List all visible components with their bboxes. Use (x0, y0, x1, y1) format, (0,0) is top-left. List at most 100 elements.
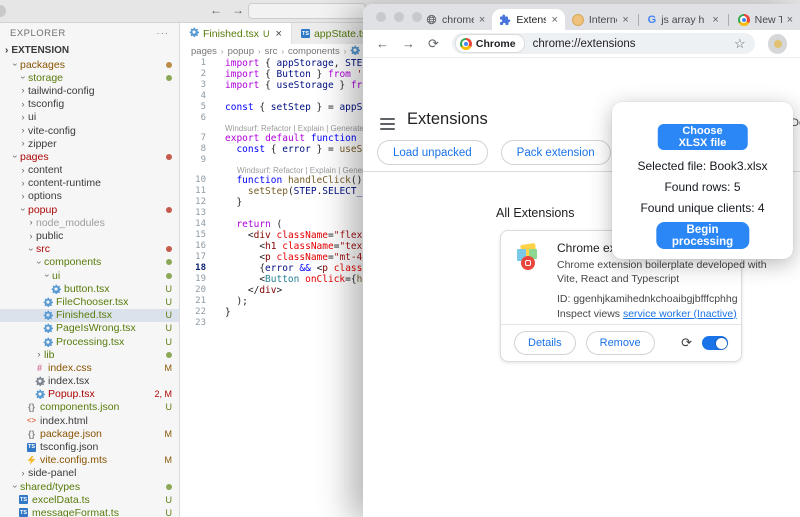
line-number: 20 (180, 285, 206, 296)
tree-item-components[interactable]: ›components (0, 256, 179, 269)
tree-item-index-tsx[interactable]: index.tsx (0, 375, 179, 388)
file-icon (34, 376, 45, 386)
tree-item-options[interactable]: ›options (0, 190, 179, 203)
tree-item-vite-config-mts[interactable]: vite.config.mtsM (0, 454, 179, 467)
chevron-right-icon: › (26, 232, 36, 241)
close-tab-icon[interactable]: × (622, 14, 628, 26)
tree-item-node-modules[interactable]: ›node_modules (0, 216, 179, 229)
reload-extension-icon[interactable]: ⟳ (681, 335, 692, 351)
tree-item-storage[interactable]: ›storage (0, 71, 179, 84)
service-worker-link[interactable]: service worker (Inactive) (623, 308, 737, 320)
tree-item-side-panel[interactable]: ›side-panel (0, 467, 179, 480)
chevron-down-icon: › (11, 482, 20, 492)
line-number: 22 (180, 307, 206, 318)
tree-item-finished-tsx[interactable]: Finished.tsxU (0, 309, 179, 322)
command-center-searchbox[interactable] (248, 3, 366, 19)
reload-icon[interactable]: ⟳ (428, 37, 439, 50)
chrome-site-chip[interactable]: Chrome (455, 34, 525, 53)
tree-item-components-json[interactable]: {}components.jsonU (0, 401, 179, 414)
line-number: 4 (180, 91, 206, 102)
git-status-dot (166, 273, 172, 279)
editor-tab-finished-tsx[interactable]: Finished.tsxU× (180, 23, 292, 44)
ts-file-icon: TS (301, 29, 310, 38)
tree-item-ui[interactable]: ›ui (0, 111, 179, 124)
tree-item-lib[interactable]: ›lib (0, 348, 179, 361)
file-icon: # (34, 363, 45, 373)
minimize-window-icon[interactable] (394, 12, 404, 22)
git-status-badge: U (162, 508, 173, 517)
tree-item-pages[interactable]: ›pages (0, 150, 179, 163)
bookmark-star-icon[interactable]: ☆ (734, 36, 746, 52)
line-number: 23 (180, 318, 206, 329)
close-tab-icon[interactable]: × (712, 14, 718, 26)
tree-item-popup[interactable]: ›popup (0, 203, 179, 216)
tree-item-tsconfig-json[interactable]: TStsconfig.json (0, 440, 179, 453)
tree-item-packages[interactable]: ›packages (0, 58, 179, 71)
explorer-section-extension[interactable]: › EXTENSION (0, 43, 179, 58)
breadcrumb-separator: › (221, 47, 224, 56)
back-arrow-icon[interactable]: ← (210, 3, 222, 17)
forward-icon[interactable]: → (402, 37, 415, 50)
close-tab-icon[interactable]: × (787, 14, 793, 26)
tree-item-src[interactable]: ›src (0, 243, 179, 256)
tree-item-tailwind-config[interactable]: ›tailwind-config (0, 84, 179, 97)
file-icon (42, 297, 53, 307)
tree-item-popup-tsx[interactable]: Popup.tsx2, M (0, 388, 179, 401)
tree-item-shared-types[interactable]: ›shared/types (0, 480, 179, 493)
tree-item-index-html[interactable]: <>index.html (0, 414, 179, 427)
breadcrumb-item[interactable]: src (265, 46, 278, 57)
chevron-down-icon: › (27, 244, 36, 254)
chrome-window: chrome://×Extensions×Internet V×Gjs arra… (363, 4, 800, 517)
tree-item-public[interactable]: ›public (0, 229, 179, 242)
traffic-light-icon[interactable] (0, 5, 6, 17)
puzzle-extension-icon (499, 14, 511, 26)
address-bar[interactable]: Chrome chrome://extensions ☆ (452, 33, 755, 54)
close-tab-icon[interactable]: × (551, 14, 557, 26)
remove-button[interactable]: Remove (586, 331, 655, 355)
back-icon[interactable]: ← (376, 37, 389, 50)
close-window-icon[interactable] (376, 12, 386, 22)
browser-tab-js-array-h[interactable]: Gjs array h× (641, 9, 726, 30)
close-tab-icon[interactable]: × (479, 14, 485, 26)
breadcrumb-item[interactable]: popup (228, 46, 254, 57)
tree-item-package-json[interactable]: {}package.jsonM (0, 427, 179, 440)
line-number: 16 (180, 241, 206, 252)
breadcrumb-item[interactable]: pages (191, 46, 217, 57)
git-status-dot (166, 207, 172, 213)
tree-item-button-tsx[interactable]: button.tsxU (0, 282, 179, 295)
extension-enabled-toggle[interactable] (702, 336, 728, 350)
browser-tab-chrome-[interactable]: chrome://× (419, 9, 492, 30)
profile-avatar[interactable] (768, 34, 787, 54)
tree-item-zipper[interactable]: ›zipper (0, 137, 179, 150)
unsaved-status: U (263, 29, 270, 39)
tree-item-tsconfig[interactable]: ›tsconfig (0, 98, 179, 111)
tree-item-filechooser-tsx[interactable]: FileChooser.tsxU (0, 295, 179, 308)
browser-tab-extensions[interactable]: Extensions× (492, 9, 565, 30)
begin-processing-button[interactable]: Begin processing (656, 222, 749, 249)
tree-item-processing-tsx[interactable]: Processing.tsxU (0, 335, 179, 348)
pack-extension-button[interactable]: Pack extension (501, 140, 611, 165)
load-unpacked-button[interactable]: Load unpacked (377, 140, 488, 165)
tree-item-vite-config[interactable]: ›vite-config (0, 124, 179, 137)
tree-item-ui[interactable]: ›ui (0, 269, 179, 282)
breadcrumb-item[interactable]: components (288, 46, 340, 57)
line-number: 7 (180, 133, 206, 144)
tree-item-content[interactable]: ›content (0, 164, 179, 177)
tree-item-exceldata-ts[interactable]: TSexcelData.tsU (0, 493, 179, 506)
explorer-more-icon[interactable]: ··· (157, 28, 170, 39)
forward-arrow-icon[interactable]: → (232, 3, 244, 17)
extension-description-line2: Vite, React and Typescript (557, 273, 679, 285)
tree-item-messageformat-ts[interactable]: TSmessageFormat.tsU (0, 506, 179, 517)
tree-item-pageiswrong-tsx[interactable]: PageIsWrong.tsxU (0, 322, 179, 335)
file-icon: {} (26, 429, 37, 439)
menu-hamburger-icon[interactable] (380, 118, 395, 130)
close-tab-icon[interactable]: × (276, 28, 282, 40)
chrome-toolbar: ← → ⟳ Chrome chrome://extensions ☆ (363, 30, 800, 58)
tree-item-index-css[interactable]: #index.cssM (0, 361, 179, 374)
tree-item-content-runtime[interactable]: ›content-runtime (0, 177, 179, 190)
choose-xlsx-button[interactable]: Choose XLSX file (657, 124, 748, 150)
details-button[interactable]: Details (514, 331, 576, 355)
browser-tab-new-tab[interactable]: New Tab× (731, 9, 800, 30)
browser-tab-internet-v[interactable]: Internet V× (565, 9, 636, 30)
chevron-right-icon: › (26, 218, 36, 227)
